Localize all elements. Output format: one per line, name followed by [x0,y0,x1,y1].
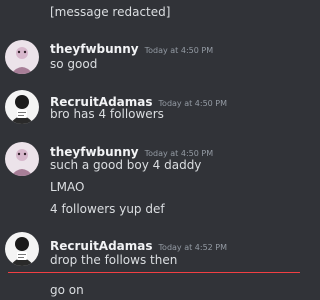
user-avatar[interactable] [5,90,39,124]
username[interactable]: theyfwbunny [50,42,139,56]
message-text: [message redacted] [50,5,171,19]
message-timestamp[interactable]: Today at 4:50 PM [159,99,228,108]
message-timestamp[interactable]: Today at 4:52 PM [159,243,228,252]
chat-message-list: [message redacted] theyfwbunny Today at 4… [0,0,300,300]
new-messages-divider [8,272,300,273]
message-header: theyfwbunny Today at 4:50 PM [50,38,213,57]
message-text: so good [50,57,98,71]
user-avatar[interactable] [5,232,39,266]
message-text: such a good boy 4 daddy [50,158,202,172]
message-timestamp[interactable]: Today at 4:50 PM [145,46,214,55]
message-text: 4 followers yup def [50,202,165,216]
username[interactable]: RecruitAdamas [50,239,153,253]
message-text: LMAO [50,180,85,194]
user-avatar[interactable] [5,142,39,176]
message-text: bro has 4 followers [50,107,164,121]
message-text: drop the follows then [50,253,178,267]
user-avatar[interactable] [5,40,39,74]
message-text: go on [50,283,84,297]
